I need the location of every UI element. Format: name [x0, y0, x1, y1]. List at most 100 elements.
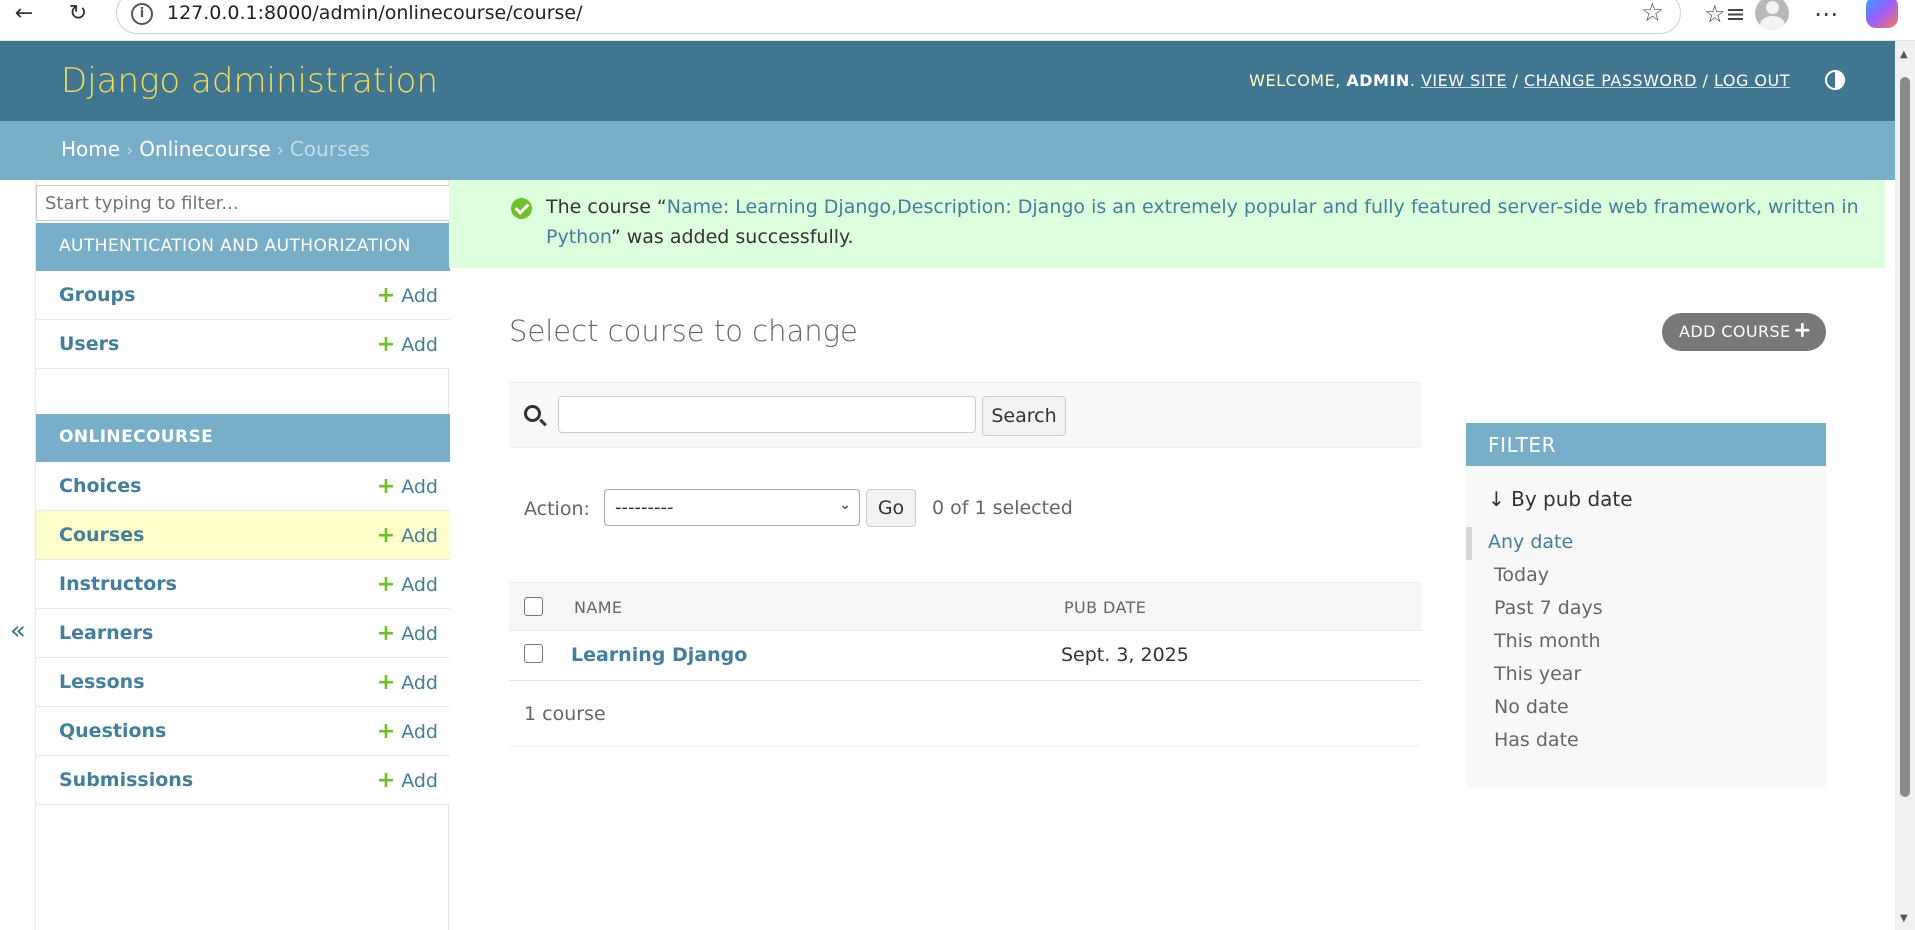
sidebar-item-courses[interactable]: Courses + Add [36, 511, 450, 560]
success-message-text: The course “Name: Learning Django,Descri… [546, 192, 1871, 252]
scrollbar-thumb[interactable] [1900, 77, 1910, 797]
sidebar-item-label[interactable]: Learners [59, 622, 153, 644]
sidebar-item-learners[interactable]: Learners + Add [36, 609, 450, 658]
add-lesson-link[interactable]: + Add [377, 670, 438, 695]
plus-icon: + [1793, 318, 1812, 343]
page-title: Select course to change [509, 314, 858, 348]
plus-icon: + [376, 719, 396, 744]
paginator: 1 course [509, 684, 1421, 746]
select-all-checkbox[interactable] [524, 597, 543, 616]
sidebar-item-label[interactable]: Courses [59, 524, 144, 546]
add-user-link[interactable]: + Add [377, 332, 438, 357]
sidebar-item-label[interactable]: Groups [59, 284, 135, 306]
welcome-text: Welcome, [1249, 71, 1341, 90]
action-select[interactable]: --------- ⌄ [604, 489, 860, 526]
sidebar-item-choices[interactable]: Choices + Add [36, 462, 450, 511]
add-instructor-link[interactable]: + Add [377, 572, 438, 597]
filter-title[interactable]: ↓ By pub date [1488, 487, 1633, 511]
plus-icon: + [376, 621, 396, 646]
profile-avatar-icon[interactable] [1755, 0, 1789, 30]
column-header-pub-date[interactable]: Pub date [1064, 598, 1146, 617]
result-table: Name Pub date Learning Django Sept. 3, 2… [509, 582, 1421, 681]
selected-count: 0 of 1 selected [932, 497, 1073, 519]
add-group-link[interactable]: + Add [377, 283, 438, 308]
course-name-link[interactable]: Learning Django [571, 644, 747, 666]
add-label: Add [401, 525, 438, 547]
go-button[interactable]: Go [866, 489, 916, 527]
search-toolbar: Search [509, 382, 1421, 448]
plus-icon: + [376, 523, 396, 548]
add-course-link[interactable]: + Add [377, 523, 438, 548]
sidebar-item-questions[interactable]: Questions + Add [36, 707, 450, 756]
changelist-filter: Filter ↓ By pub date Any date Today Past… [1466, 423, 1826, 788]
breadcrumb-home[interactable]: Home [61, 137, 120, 161]
filter-option-this-month[interactable]: This month [1466, 626, 1826, 659]
search-icon [524, 405, 541, 422]
table-header: Name Pub date [509, 582, 1421, 631]
add-question-link[interactable]: + Add [377, 719, 438, 744]
add-label: Add [401, 285, 438, 307]
plus-icon: + [376, 572, 396, 597]
action-label: Action: [524, 498, 590, 520]
sidebar-item-label[interactable]: Choices [59, 475, 142, 497]
change-password-link[interactable]: Change password [1524, 71, 1697, 90]
address-bar[interactable]: i 127.0.0.1:8000/admin/onlinecourse/cour… [116, 0, 1681, 34]
filter-caption: Filter [1466, 423, 1826, 466]
add-learner-link[interactable]: + Add [377, 621, 438, 646]
filter-option-today[interactable]: Today [1466, 560, 1826, 593]
filter-option-this-year[interactable]: This year [1466, 659, 1826, 692]
collapse-sidebar-icon[interactable]: « [10, 616, 26, 646]
breadcrumb-current: Courses [289, 137, 371, 161]
copilot-icon[interactable] [1866, 0, 1898, 28]
add-course-button[interactable]: Add course + [1662, 313, 1826, 351]
filter-option-has-date[interactable]: Has date [1466, 725, 1826, 758]
sidebar-item-instructors[interactable]: Instructors + Add [36, 560, 450, 609]
add-label: Add [401, 672, 438, 694]
success-message: The course “Name: Learning Django,Descri… [449, 180, 1885, 268]
breadcrumb-app[interactable]: Onlinecourse [139, 137, 270, 161]
search-input[interactable] [558, 396, 976, 433]
scroll-down-icon[interactable]: ▼ [1900, 913, 1908, 924]
sidebar-item-label[interactable]: Questions [59, 720, 166, 742]
column-header-name[interactable]: Name [574, 598, 622, 617]
add-label: Add [401, 623, 438, 645]
address-url: 127.0.0.1:8000/admin/onlinecourse/course… [167, 2, 583, 24]
view-site-link[interactable]: View site [1421, 71, 1507, 90]
sidebar-item-label[interactable]: Instructors [59, 573, 177, 595]
module-caption-onlinecourse[interactable]: Onlinecourse [36, 414, 450, 462]
site-branding[interactable]: Django administration [61, 61, 438, 101]
page-scrollbar[interactable]: ▲ ▼ [1895, 41, 1915, 930]
message-prefix: The course “ [546, 196, 667, 218]
more-menu-icon[interactable]: ⋯ [1814, 0, 1838, 28]
filter-option-past-7-days[interactable]: Past 7 days [1466, 593, 1826, 626]
theme-toggle-icon[interactable] [1825, 70, 1845, 90]
search-button[interactable]: Search [982, 396, 1066, 436]
sidebar-item-label[interactable]: Submissions [59, 769, 193, 791]
site-info-icon[interactable]: i [131, 3, 153, 25]
back-arrow-icon[interactable]: ← [4, 0, 44, 30]
favorites-list-icon[interactable]: ☆≡ [1704, 0, 1746, 28]
add-submission-link[interactable]: + Add [377, 768, 438, 793]
sidebar-item-lessons[interactable]: Lessons + Add [36, 658, 450, 707]
sidebar-item-label[interactable]: Users [59, 333, 119, 355]
reload-icon[interactable]: ↻ [58, 0, 98, 30]
filter-option-no-date[interactable]: No date [1466, 692, 1826, 725]
filter-option-any-date[interactable]: Any date [1466, 527, 1826, 560]
scroll-up-icon[interactable]: ▲ [1900, 49, 1908, 60]
page-viewport: Django administration Welcome, admin. Vi… [0, 41, 1915, 930]
sidebar-item-groups[interactable]: Groups + Add [36, 271, 450, 320]
plus-icon: + [376, 283, 396, 308]
add-choice-link[interactable]: + Add [377, 474, 438, 499]
username: admin [1346, 71, 1410, 90]
result-count: 1 course [524, 703, 606, 725]
module-caption-auth[interactable]: Authentication and Authorization [36, 223, 450, 271]
plus-icon: + [376, 670, 396, 695]
sidebar-item-label[interactable]: Lessons [59, 671, 145, 693]
row-checkbox[interactable] [524, 644, 543, 663]
nav-filter-input[interactable] [36, 185, 450, 221]
plus-icon: + [376, 474, 396, 499]
log-out-link[interactable]: Log out [1714, 71, 1790, 90]
sidebar-item-users[interactable]: Users + Add [36, 320, 450, 369]
favorite-star-icon[interactable]: ☆ [1641, 0, 1664, 28]
sidebar-item-submissions[interactable]: Submissions + Add [36, 756, 450, 805]
